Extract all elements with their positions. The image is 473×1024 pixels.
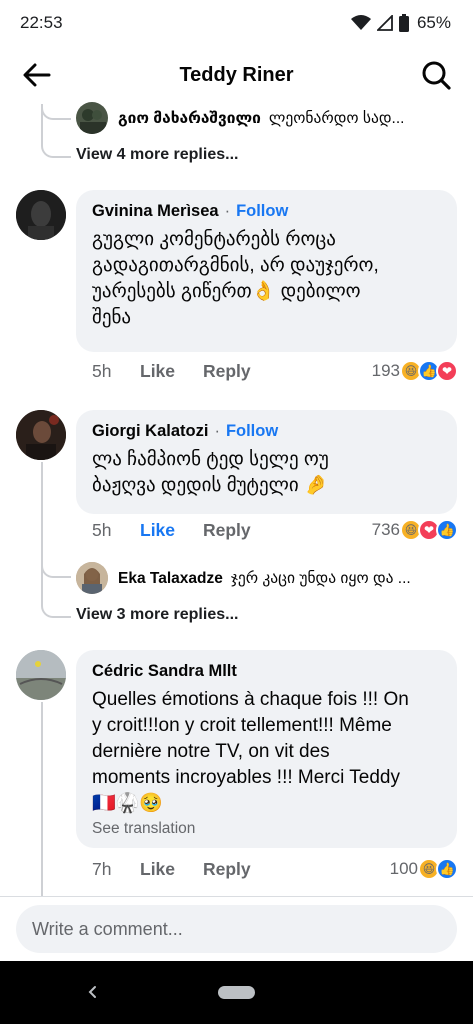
reactions-summary[interactable]: 100 😆 👍 [390,858,458,880]
search-icon [422,61,451,90]
status-time: 22:53 [20,13,63,32]
thread-line [41,702,43,896]
reply-author[interactable]: Eka Talaxadze [118,570,223,588]
comment-line: უარესებს გიწერთ👌 დებილო [92,281,361,302]
comment-header: Giorgi Kalatozi · Follow [92,422,441,441]
comment-actions: 7h Like Reply 100 😆 👍 [92,856,458,882]
comment-input[interactable] [16,905,457,953]
battery-icon [398,14,409,32]
comment-bubble[interactable]: Giorgi Kalatozi · Follow ლა ჩამპიონ ტედ … [76,410,457,514]
comment-line: 🇫🇷🥋🥹 [92,793,163,814]
comment-header: Gvinina Merìsea · Follow [92,202,441,221]
comment-text: ლა ჩამპიონ ტედ სელე ოუ ბაჟღვა დედის მუტე… [92,447,441,499]
follow-button[interactable]: Follow [236,202,288,221]
comment-header: Cédric Sandra Mllt [92,662,441,681]
comment-bubble[interactable]: Cédric Sandra Mllt Quelles émotions à ch… [76,650,457,848]
nav-back-icon[interactable] [84,981,100,1003]
reaction-count: 193 [371,361,400,380]
system-nav-bar [0,961,473,1024]
comment-text: გუგლი კომენტარებს როცა გადაგითარგმნის, ა… [92,227,441,331]
comment-line: გუგლი კომენტარებს როცა [92,229,336,250]
comment-line: ბაჟღვა დედის მუტელი 🤌 [92,475,328,496]
top-bar: Teddy Riner [0,46,473,104]
thread-connector [41,570,71,618]
reply-button[interactable]: Reply [203,361,251,382]
see-translation-link[interactable]: See translation [92,820,441,838]
like-reaction-icon: 👍 [436,519,458,541]
comment-line: ლა ჩამპიონ ტედ სელე ოუ [92,449,329,470]
comment-time[interactable]: 5h [92,361,140,382]
avatar[interactable] [76,102,108,134]
reply-preview[interactable]: Eka Talaxadze ჯერ კაცი უნდა იყო და ... [118,569,473,588]
comment-actions: 5h Like Reply 193 😆 👍 ❤ [92,358,458,384]
comment-line: Quelles émotions à chaque fois !!! On [92,689,409,710]
status-icons: 65% [350,13,451,33]
thread-connector [41,104,71,120]
avatar[interactable] [76,562,108,594]
like-button[interactable]: Like [140,859,203,880]
separator-dot: · [224,202,231,220]
reply-text: ჯერ კაცი უნდა იყო და ... [230,570,411,587]
comment-text: Quelles émotions à chaque fois !!! On y … [92,687,441,817]
comment-author[interactable]: Giorgi Kalatozi [92,422,208,441]
comment-bubble[interactable]: Gvinina Merìsea · Follow გუგლი კომენტარე… [76,190,457,352]
like-reaction-icon: 👍 [436,858,458,880]
comment-line: moments incroyables !!! Merci Teddy [92,767,400,788]
comment-actions: 5h Like Reply 736 😆 ❤ 👍 [92,517,458,543]
reactions-summary[interactable]: 736 😆 ❤ 👍 [372,519,458,541]
separator-dot: · [214,422,220,440]
view-more-replies[interactable]: View 4 more replies... [76,146,238,164]
wifi-icon [350,15,371,31]
comment-author[interactable]: Cédric Sandra Mllt [92,662,237,681]
comment-line: dernière notre TV, on vit des [92,741,330,762]
comment-line: შენა [92,307,132,328]
like-button[interactable]: Like [140,520,203,541]
thread-connector [41,120,71,158]
reaction-count: 736 [371,520,400,539]
reply-button[interactable]: Reply [203,859,251,880]
reaction-count: 100 [389,859,418,878]
reply-author[interactable]: გიო მახარაშვილი [118,109,261,128]
thread-line [41,462,43,572]
search-button[interactable] [419,58,453,92]
view-more-replies[interactable]: View 3 more replies... [76,606,238,624]
comment-time[interactable]: 7h [92,859,140,880]
comment-composer [0,896,473,961]
comment-time[interactable]: 5h [92,520,140,541]
like-button[interactable]: Like [140,361,203,382]
reply-button[interactable]: Reply [203,520,251,541]
page-title: Teddy Riner [179,63,294,86]
battery-percent: 65% [416,13,451,32]
comment-author[interactable]: Gvinina Merìsea [92,202,219,221]
avatar[interactable] [16,190,66,240]
status-bar: 22:53 65% [0,0,473,46]
reply-preview[interactable]: გიო მახარაშვილი ლეონარდო სად... [118,109,473,128]
avatar[interactable] [16,410,66,460]
comment-line: y croit!!!on y croit tellement!!! Même [92,715,392,736]
reply-text: ლეონარდო სად... [268,110,405,127]
comment-line: გადაგითარგმნის, არ დაუჯერო, [92,255,379,276]
back-button[interactable] [20,60,54,90]
reactions-summary[interactable]: 193 😆 👍 ❤ [372,360,458,382]
follow-button[interactable]: Follow [226,422,278,441]
arrow-left-icon [23,63,51,87]
nav-home-pill[interactable] [218,986,255,999]
love-reaction-icon: ❤ [436,360,458,382]
cell-signal-icon [376,15,393,31]
avatar[interactable] [16,650,66,700]
